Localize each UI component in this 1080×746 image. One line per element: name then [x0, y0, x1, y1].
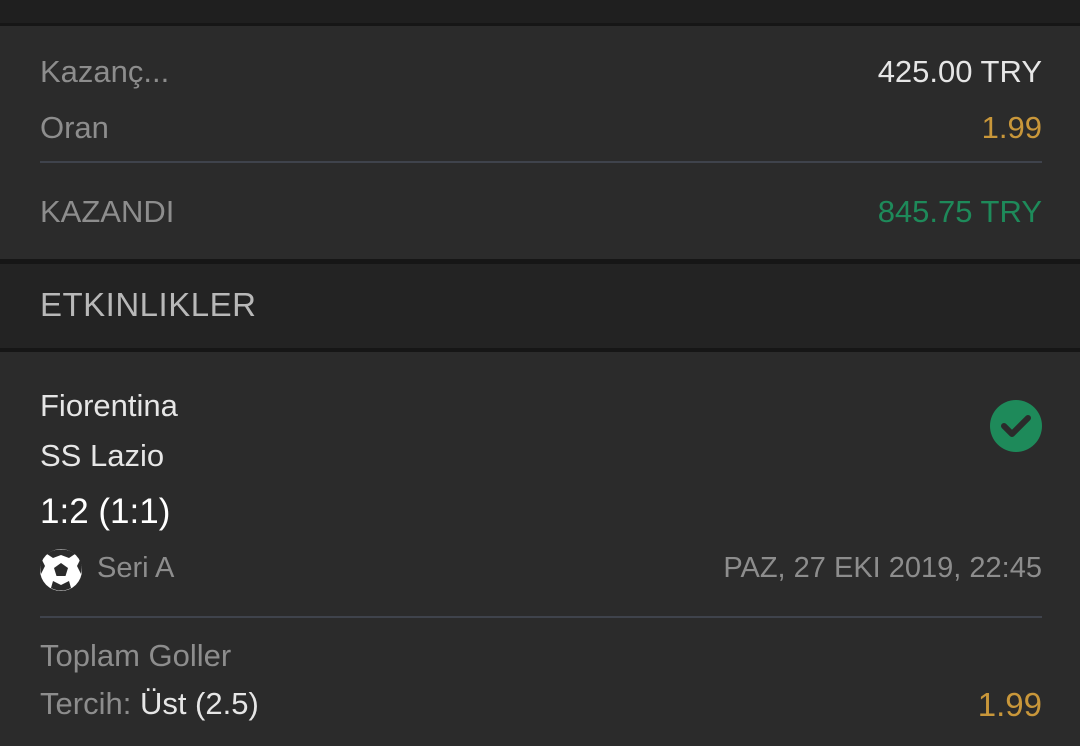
- result-label: KAZANDI: [40, 194, 175, 229]
- home-team: Fiorentina: [40, 388, 178, 423]
- selection: Tercih: Üst (2.5): [40, 686, 259, 722]
- check-circle-icon: [990, 400, 1042, 452]
- section-title: ETKINLIKLER: [40, 286, 257, 323]
- away-team: SS Lazio: [40, 438, 165, 473]
- soccer-ball-icon: [40, 549, 82, 591]
- event-divider: [40, 616, 1042, 618]
- odds-row: Oran 1.99: [40, 108, 1042, 148]
- selection-value: Üst (2.5): [139, 686, 259, 721]
- selection-label: Tercih:: [40, 686, 132, 721]
- event-card[interactable]: Fiorentina SS Lazio 1:2 (1:1) Seri A PAZ…: [0, 352, 1080, 746]
- result-value: 845.75 TRY: [877, 194, 1042, 229]
- top-bar: [0, 0, 1080, 24]
- events-section-header: ETKINLIKLER: [0, 264, 1080, 348]
- selection-odds: 1.99: [977, 686, 1042, 723]
- summary-divider: [40, 161, 1042, 163]
- market-name: Toplam Goller: [40, 638, 232, 673]
- match-datetime: PAZ, 27 EKI 2019, 22:45: [723, 552, 1042, 584]
- odds-label: Oran: [40, 110, 109, 145]
- match-score: 1:2 (1:1): [40, 492, 171, 531]
- odds-value: 1.99: [981, 110, 1042, 145]
- league-name: Seri A: [97, 552, 175, 584]
- stake-row: Kazanç... 425.00 TRY: [40, 52, 1042, 92]
- stake-label: Kazanç...: [40, 54, 170, 89]
- bet-summary: Kazanç... 425.00 TRY Oran 1.99 KAZANDI 8…: [0, 26, 1080, 259]
- result-row: KAZANDI 845.75 TRY: [40, 192, 1042, 232]
- stake-value: 425.00 TRY: [877, 54, 1042, 89]
